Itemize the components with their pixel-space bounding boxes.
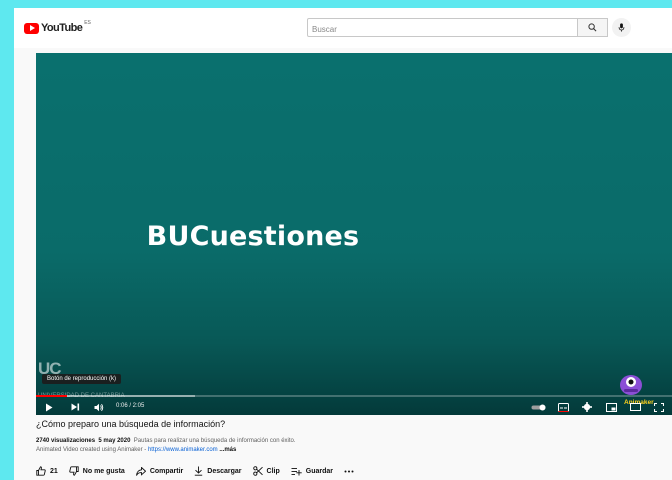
youtube-play-logo-icon	[24, 22, 39, 34]
miniplayer-button[interactable]	[604, 400, 618, 414]
show-more-button[interactable]: ...más	[219, 447, 236, 453]
progress-played	[36, 395, 67, 397]
microphone-icon	[618, 23, 625, 32]
share-icon	[135, 466, 146, 476]
youtube-logo[interactable]: YouTube ES	[24, 20, 91, 34]
video-screen-title: BUCuestiones	[146, 221, 360, 252]
download-label: Descargar	[207, 467, 242, 475]
search-input[interactable]	[308, 21, 577, 38]
top-bar: YouTube ES	[14, 8, 672, 48]
credit-text: Animated Video created using Animaker -	[36, 447, 147, 453]
view-count: 2740 visualizaciones	[36, 438, 96, 444]
voice-search-button[interactable]	[612, 18, 631, 37]
theater-mode-icon	[629, 403, 641, 411]
youtube-page: YouTube ES BUCuestiones UC UNIVERSIDAD D…	[14, 8, 672, 480]
search-box[interactable]	[307, 18, 578, 38]
volume-button[interactable]	[92, 400, 106, 414]
ellipsis-icon	[344, 470, 354, 472]
play-icon	[46, 403, 53, 411]
next-button[interactable]	[68, 400, 82, 414]
progress-bar[interactable]	[36, 395, 672, 397]
next-icon	[71, 403, 79, 411]
video-description[interactable]: 2740 visualizaciones 5 may 2020 Pautas p…	[36, 437, 656, 455]
fullscreen-button[interactable]	[652, 400, 666, 414]
clip-button[interactable]: Clip	[252, 466, 280, 476]
upload-date: 5 may 2020	[98, 438, 131, 444]
search-icon	[588, 23, 597, 32]
thumbs-up-icon	[36, 466, 46, 476]
play-button[interactable]	[42, 400, 56, 414]
credit-link[interactable]: https://www.animaker.com	[148, 447, 218, 453]
share-label: Compartir	[149, 467, 184, 475]
save-button[interactable]: Guardar	[291, 467, 333, 476]
subtitles-icon	[557, 402, 569, 412]
animaker-mascot-icon	[620, 375, 642, 395]
autoplay-toggle[interactable]	[530, 400, 548, 414]
action-bar: 21 No me gusta Compartir Descargar Clip …	[36, 465, 369, 477]
like-button[interactable]: 21	[36, 466, 58, 476]
save-label: Guardar	[305, 467, 333, 475]
autoplay-toggle-icon	[531, 404, 546, 410]
time-display: 0:06 / 2:05	[116, 403, 145, 409]
settings-button[interactable]	[580, 400, 594, 414]
video-player[interactable]: BUCuestiones UC UNIVERSIDAD DE CANTABRIA…	[36, 53, 672, 415]
search-button[interactable]	[578, 18, 608, 37]
miniplayer-icon	[605, 402, 617, 412]
description-text: Pautas para realizar una búsqueda de inf…	[133, 438, 296, 444]
video-info: ¿Cómo preparo una búsqueda de informació…	[36, 419, 656, 455]
dislike-label: No me gusta	[82, 467, 125, 475]
video-title: ¿Cómo preparo una búsqueda de informació…	[36, 419, 226, 429]
scissors-icon	[252, 466, 263, 476]
thumbs-down-icon	[69, 466, 79, 476]
download-button[interactable]: Descargar	[194, 466, 242, 476]
player-controls: 0:06 / 2:05	[36, 399, 672, 415]
clip-label: Clip	[266, 467, 280, 475]
logo-text: YouTube	[41, 22, 83, 34]
theater-mode-button[interactable]	[628, 400, 642, 414]
volume-icon	[94, 403, 104, 411]
play-button-tooltip: Botón de reproducción (k)	[42, 374, 122, 384]
region-code: ES	[84, 20, 91, 26]
subtitles-button[interactable]	[556, 400, 570, 414]
gear-icon	[582, 402, 592, 412]
fullscreen-icon	[654, 402, 664, 412]
more-actions-button[interactable]	[344, 470, 358, 473]
playlist-add-icon	[291, 467, 302, 475]
like-count: 21	[50, 467, 58, 475]
share-button[interactable]: Compartir	[135, 466, 184, 476]
dislike-button[interactable]: No me gusta	[69, 466, 125, 476]
download-icon	[195, 466, 203, 476]
